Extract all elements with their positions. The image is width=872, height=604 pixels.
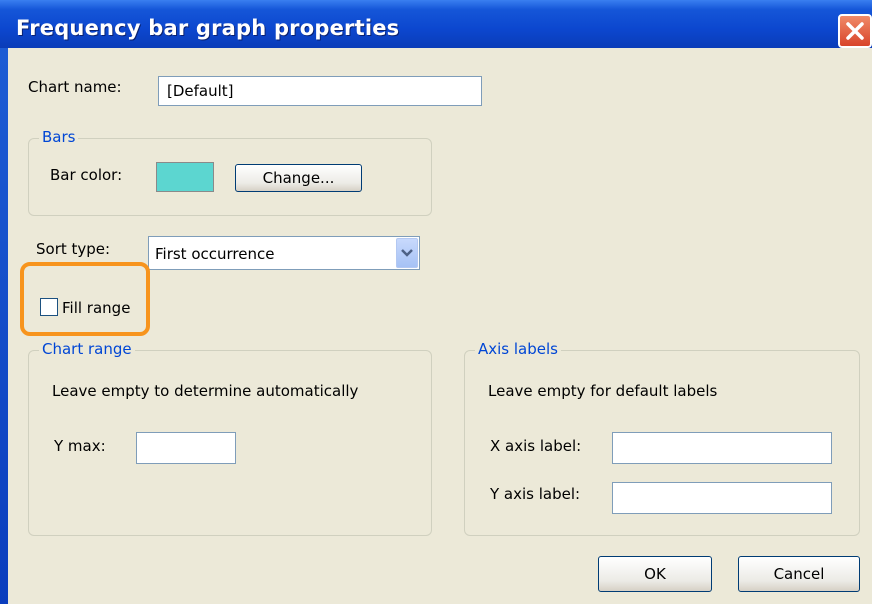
dialog-body: Chart name: [Default] Bars Bar color: Ch… [8,48,872,604]
bar-color-label: Bar color: [50,166,123,184]
close-icon [846,22,864,40]
y-axis-label-label: Y axis label: [490,485,581,503]
chart-name-input[interactable]: [Default] [158,76,482,106]
chart-name-label: Chart name: [28,78,122,96]
x-axis-label-label: X axis label: [490,437,582,455]
cancel-button[interactable]: Cancel [738,556,860,592]
chevron-down-icon [401,249,413,257]
sort-dropdown-button[interactable] [396,238,418,268]
chart-range-hint: Leave empty to determine automatically [52,382,359,400]
chart-range-group-label: Chart range [39,340,135,358]
axis-labels-hint: Leave empty for default labels [488,382,718,400]
sort-type-value: First occurrence [155,245,275,263]
sort-type-label: Sort type: [36,240,111,258]
ok-button[interactable]: OK [598,556,712,592]
fill-range-checkbox[interactable] [40,298,58,316]
dialog-window: Frequency bar graph properties Chart nam… [0,0,872,604]
close-button[interactable] [838,14,872,48]
x-axis-label-input[interactable] [612,432,832,464]
dialog-title: Frequency bar graph properties [16,16,400,40]
y-max-label: Y max: [54,437,106,455]
change-color-button[interactable]: Change... [235,164,362,192]
title-bar[interactable]: Frequency bar graph properties [0,0,872,48]
y-axis-label-input[interactable] [612,482,832,514]
fill-range-label[interactable]: Fill range [62,299,130,317]
sort-type-select[interactable]: First occurrence [148,236,420,270]
axis-labels-group-label: Axis labels [475,340,561,358]
y-max-input[interactable] [136,432,236,464]
bars-group-label: Bars [39,128,79,146]
bar-color-swatch[interactable] [156,162,214,192]
